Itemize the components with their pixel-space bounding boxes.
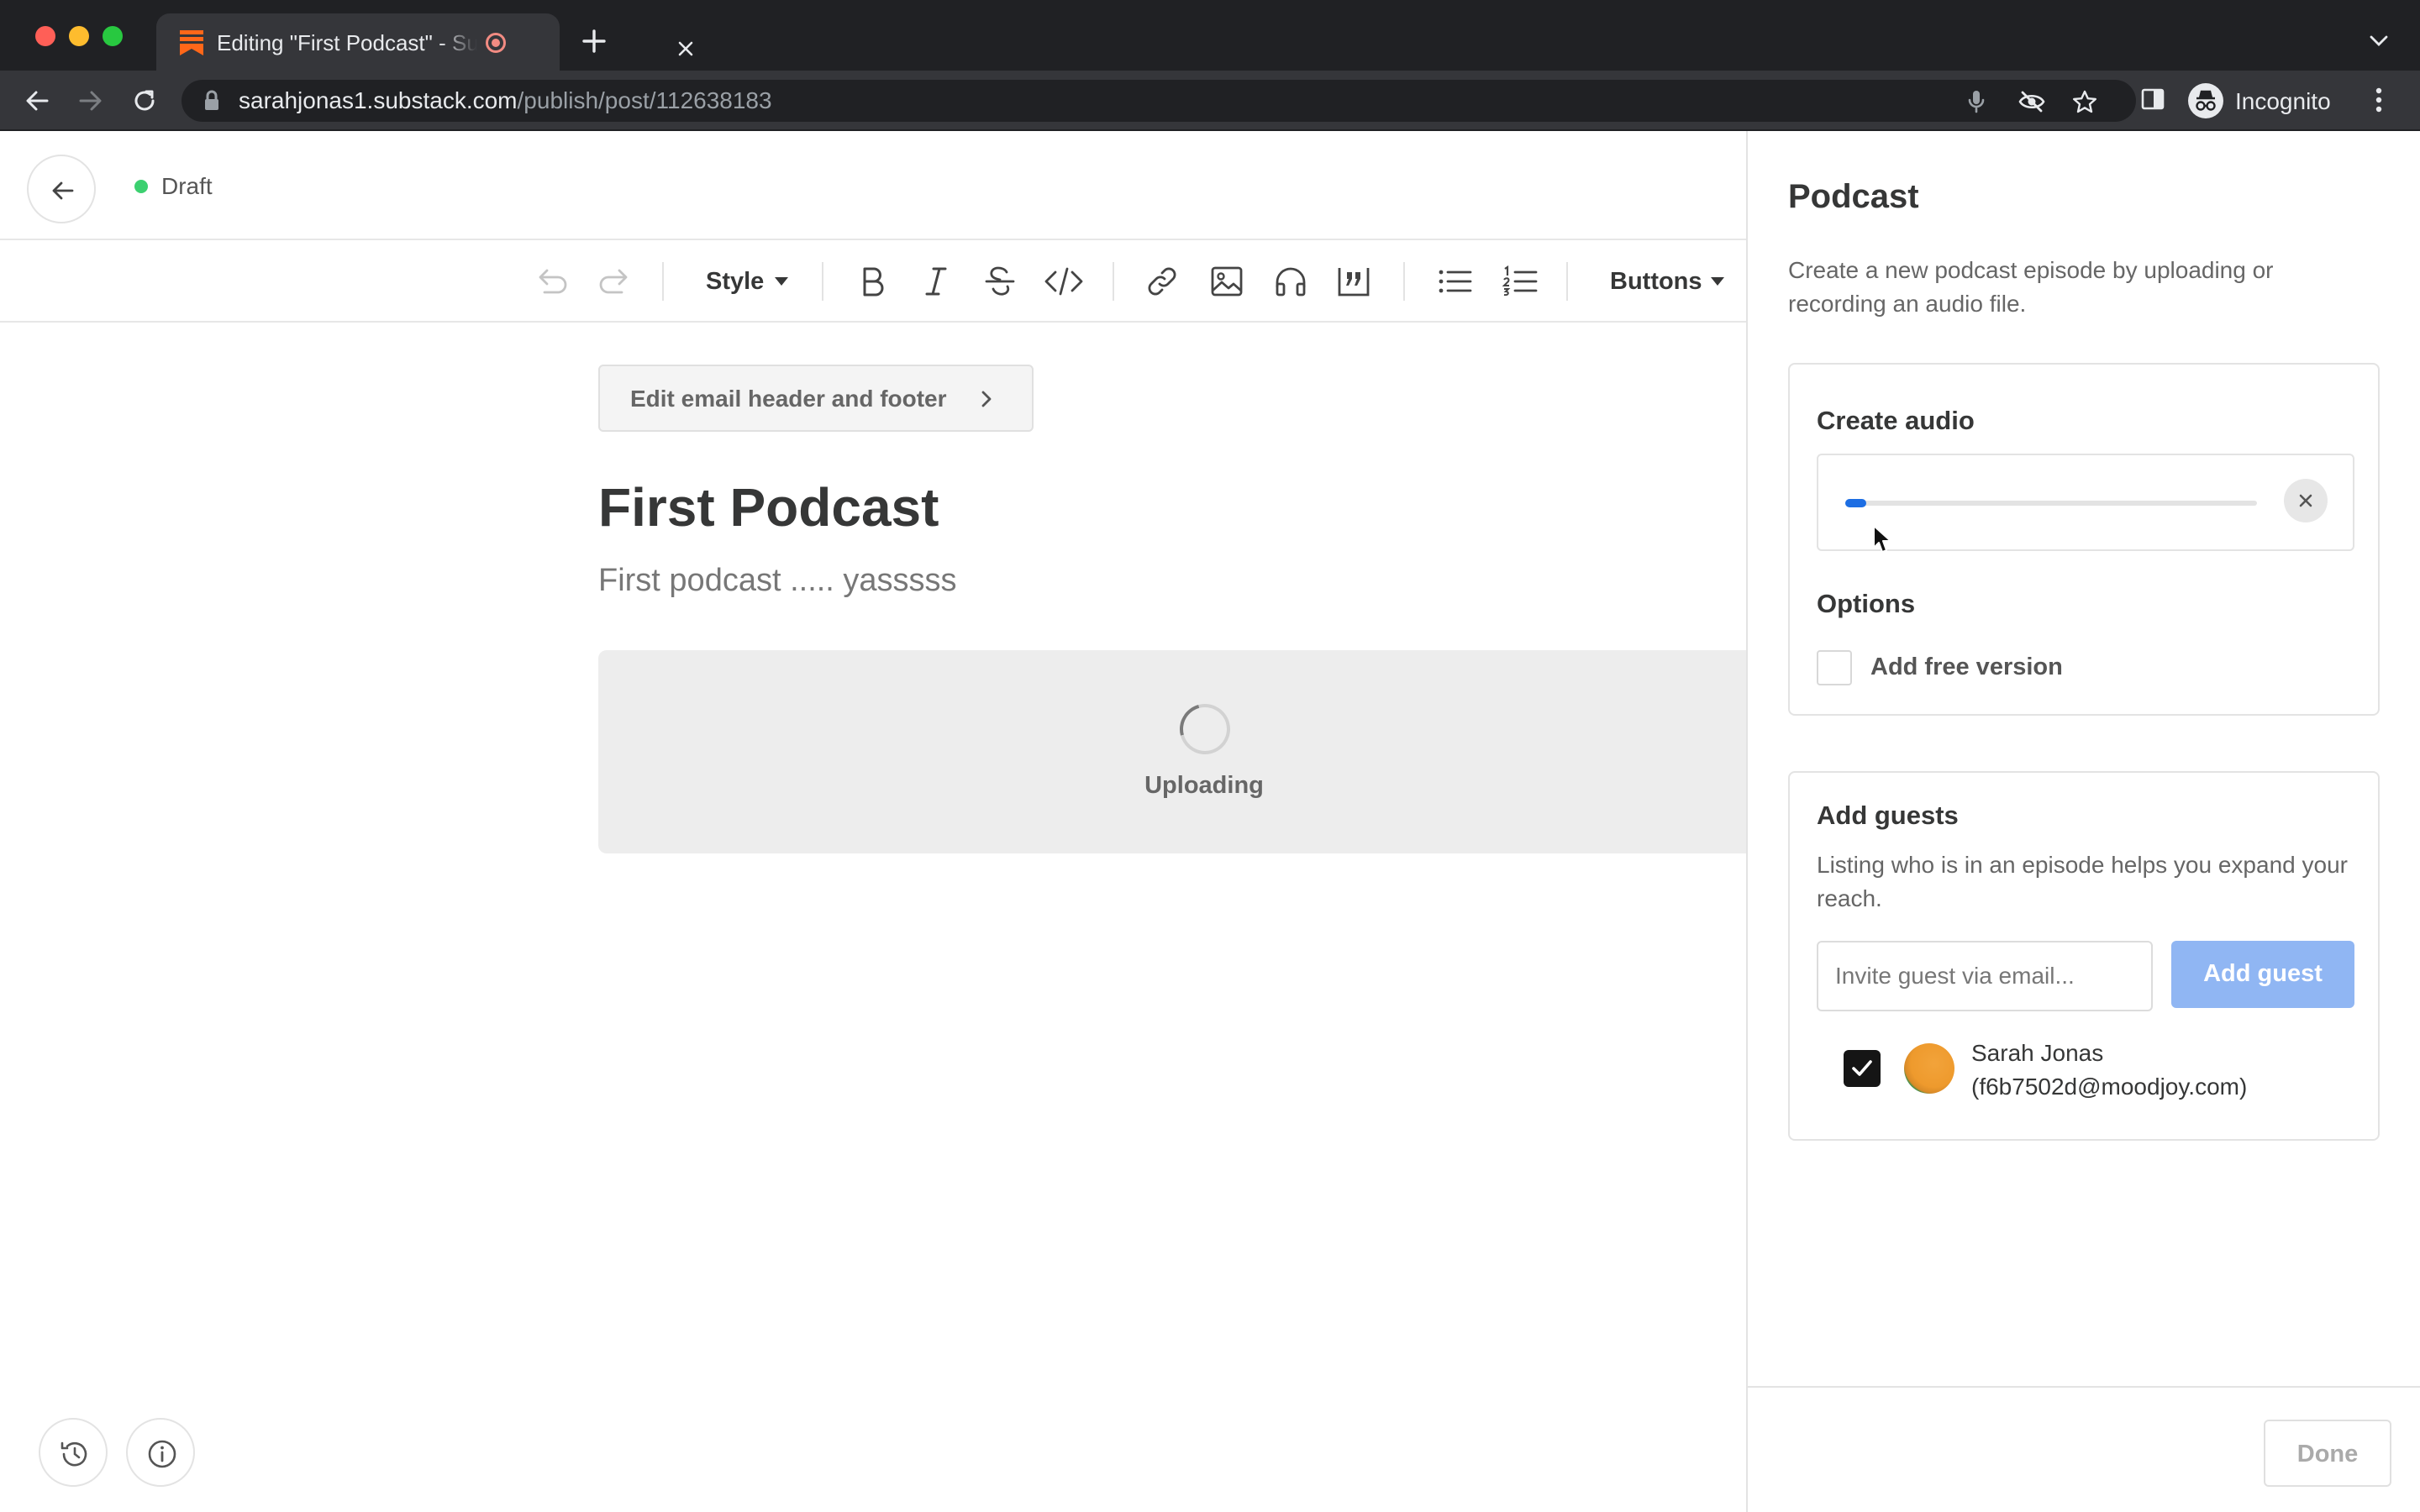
strikethrough-icon[interactable] <box>983 265 1017 297</box>
audio-upload-progress <box>1817 454 2354 551</box>
post-subtitle[interactable]: First podcast ..... yasssss <box>598 561 957 600</box>
recording-indicator-icon <box>486 33 506 53</box>
url-host: sarahjonas1.substack.com <box>239 87 518 113</box>
maximize-window-button[interactable] <box>103 26 123 46</box>
done-label: Done <box>2296 1441 2359 1467</box>
url-text: sarahjonas1.substack.com/publish/post/11… <box>239 87 772 115</box>
editor-header: Draft <box>0 131 1746 240</box>
bookmark-star-icon[interactable] <box>2072 90 2097 113</box>
guest-checkbox-checked[interactable] <box>1844 1050 1881 1087</box>
microphone-icon[interactable] <box>1968 90 1985 113</box>
buttons-dropdown[interactable]: Buttons <box>1610 267 1702 296</box>
tab-search-chevron-icon[interactable] <box>2370 35 2388 47</box>
close-window-button[interactable] <box>35 26 55 46</box>
guest-list-item: Sarah Jonas (f6b7502d@moodjoy.com) <box>1971 1037 2247 1104</box>
add-guests-title: Add guests <box>1817 801 1959 830</box>
create-audio-title: Create audio <box>1817 406 1975 435</box>
style-dropdown[interactable]: Style <box>706 267 764 296</box>
options-title: Options <box>1817 589 1916 618</box>
formatting-toolbar: Style Buttons <box>0 240 1746 323</box>
incognito-icon <box>2188 83 2223 118</box>
add-free-version-label: Add free version <box>1870 654 2063 680</box>
browser-tab-active[interactable]: Editing "First Podcast" - Substack <box>156 13 693 71</box>
upload-progress-fill <box>1845 499 1866 507</box>
bulleted-list-icon[interactable] <box>1437 265 1472 297</box>
buttons-caret-icon <box>1711 277 1724 286</box>
address-bar[interactable]: sarahjonas1.substack.com/publish/post/11… <box>182 80 2136 122</box>
guest-email: (f6b7502d@moodjoy.com) <box>1971 1074 2248 1100</box>
back-button[interactable] <box>27 155 96 223</box>
guest-name: Sarah Jonas <box>1971 1040 2104 1066</box>
undo-icon[interactable] <box>533 265 570 296</box>
edit-email-header-footer-button[interactable]: Edit email header and footer <box>598 365 1034 432</box>
lock-icon <box>203 90 220 112</box>
minimize-window-button[interactable] <box>69 26 89 46</box>
bold-icon[interactable] <box>857 265 887 297</box>
loading-spinner-icon <box>1171 695 1239 764</box>
pullquote-icon[interactable] <box>1336 265 1371 297</box>
chevron-right-icon <box>981 391 992 407</box>
browser-back-icon[interactable] <box>24 87 50 114</box>
add-guests-card: Add guests Listing who is in an episode … <box>1788 771 2380 1141</box>
add-free-version-checkbox[interactable] <box>1817 650 1852 685</box>
invite-guest-email-input[interactable] <box>1817 941 2153 1011</box>
guest-avatar <box>1904 1043 1954 1094</box>
toolbar-divider <box>822 262 823 301</box>
toolbar-divider <box>1403 262 1405 301</box>
draft-status-label: Draft <box>161 173 213 199</box>
draft-status-dot <box>134 180 148 193</box>
post-info-button[interactable] <box>126 1418 195 1487</box>
browser-tab-bar: Editing "First Podcast" - Substack <box>0 0 2420 71</box>
tracking-protection-eye-icon[interactable] <box>2018 90 2045 113</box>
add-guest-button[interactable]: Add guest <box>2171 941 2354 1008</box>
style-caret-icon <box>775 277 788 286</box>
new-tab-icon[interactable] <box>581 29 607 54</box>
toolbar-divider <box>662 262 664 301</box>
italic-icon[interactable] <box>921 265 951 297</box>
upload-progress-track <box>1845 499 2257 507</box>
post-history-button[interactable] <box>39 1418 108 1487</box>
image-icon[interactable] <box>1210 265 1244 297</box>
substack-favicon-icon <box>178 29 205 57</box>
post-editor: Draft Style Buttons Edit email header an… <box>0 131 1746 1512</box>
incognito-profile-button[interactable]: Incognito <box>2188 78 2353 123</box>
post-title[interactable]: First Podcast <box>598 475 939 539</box>
browser-menu-icon[interactable] <box>2375 87 2383 113</box>
panel-footer: Done <box>1748 1386 2420 1512</box>
side-panel-icon[interactable] <box>2141 87 2165 111</box>
redo-icon[interactable] <box>597 265 634 296</box>
browser-forward-icon[interactable] <box>77 87 104 114</box>
link-icon[interactable] <box>1144 265 1180 297</box>
reload-icon[interactable] <box>131 87 158 114</box>
code-icon[interactable] <box>1044 265 1084 297</box>
mouse-pointer-icon <box>1872 524 1894 554</box>
tab-title: Editing "First Podcast" - Substack <box>217 30 477 55</box>
url-path: /publish/post/112638183 <box>517 87 772 113</box>
toolbar-divider <box>1113 262 1114 301</box>
toolbar-divider <box>1566 262 1568 301</box>
podcast-panel: Podcast Create a new podcast episode by … <box>1746 131 2420 1512</box>
incognito-label: Incognito <box>2235 88 2331 114</box>
audio-upload-block: Uploading <box>598 650 1746 853</box>
panel-title: Podcast <box>1788 178 1919 215</box>
uploading-label: Uploading <box>1144 772 1264 799</box>
tab-close-icon[interactable] <box>677 40 694 57</box>
panel-description: Create a new podcast episode by uploadin… <box>1788 257 2274 317</box>
browser-toolbar: sarahjonas1.substack.com/publish/post/11… <box>0 71 2420 131</box>
add-guests-description: Listing who is in an episode helps you e… <box>1817 852 2348 911</box>
done-button[interactable]: Done <box>2264 1420 2391 1487</box>
add-guest-label: Add guest <box>2203 960 2323 987</box>
cancel-upload-button[interactable] <box>2284 479 2328 522</box>
edit-email-header-footer-label: Edit email header and footer <box>630 386 947 412</box>
headphones-audio-icon[interactable] <box>1274 265 1307 297</box>
numbered-list-icon[interactable] <box>1502 265 1538 297</box>
